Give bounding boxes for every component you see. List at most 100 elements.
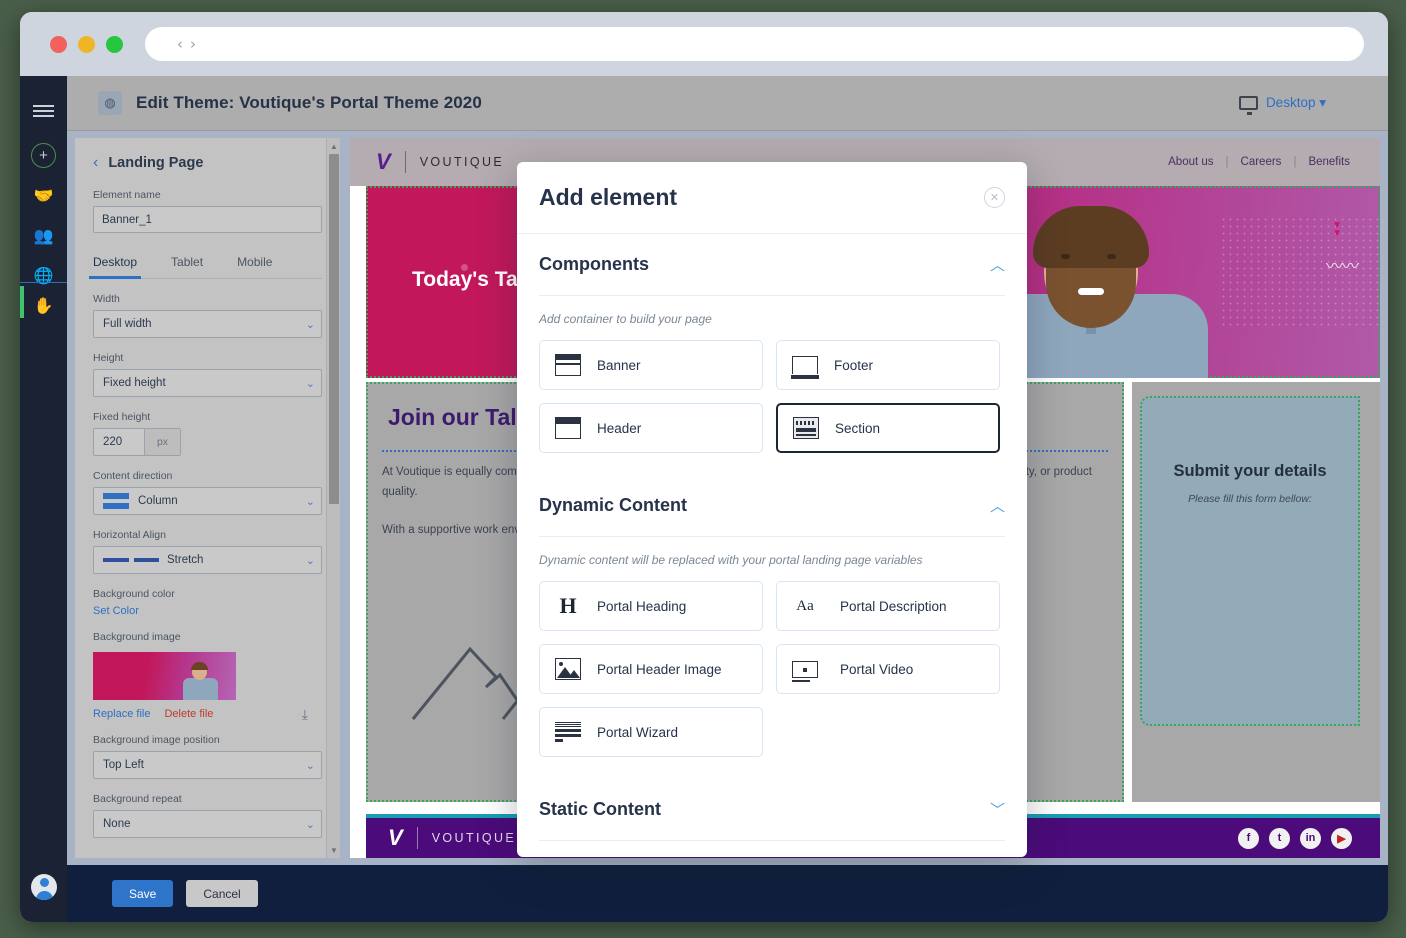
browser-titlebar: ‹ › [20, 12, 1388, 76]
properties-scrollbar[interactable]: ▲ ▼ [326, 138, 340, 858]
element-card-portal-description[interactable]: Aa Portal Description [776, 581, 1000, 631]
tab-tablet[interactable]: Tablet [171, 255, 203, 278]
element-card-portal-wizard[interactable]: Portal Wizard [539, 707, 763, 757]
element-card-label: Portal Video [840, 661, 914, 677]
tab-mobile[interactable]: Mobile [237, 255, 272, 278]
facebook-icon[interactable]: f [1238, 827, 1259, 849]
delete-file-link[interactable]: Delete file [164, 708, 213, 720]
element-card-banner[interactable]: Banner [539, 340, 763, 390]
chevron-down-icon[interactable]: ﹀ [990, 799, 1005, 820]
rail-item-hand[interactable]: ✋ [20, 286, 67, 328]
element-card-portal-video[interactable]: Portal Video [776, 644, 1000, 694]
chevron-down-icon: ⌄ [305, 318, 315, 331]
element-card-label: Banner [597, 357, 641, 373]
add-button[interactable]: + [20, 134, 67, 176]
scrollbar-thumb[interactable] [329, 154, 339, 504]
properties-panel: ‹ Landing Page Element name Banner_1 Des… [75, 138, 340, 858]
element-card-portal-heading[interactable]: H Portal Heading [539, 581, 763, 631]
scroll-down-icon[interactable]: ▼ [327, 843, 340, 857]
section-dynamic-description: Dynamic content will be replaced with yo… [539, 553, 923, 567]
section-static-header[interactable]: Static Content ﹀ [539, 779, 1005, 841]
scroll-up-icon[interactable]: ▲ [327, 139, 340, 153]
fixed-height-label: Fixed height [93, 411, 151, 423]
back-icon[interactable]: ‹ [177, 35, 183, 53]
address-bar[interactable]: ‹ › [145, 27, 1364, 61]
element-card-label: Portal Heading [597, 598, 687, 614]
twitter-icon[interactable]: t [1269, 827, 1290, 849]
fixed-height-input[interactable]: 220 [93, 428, 145, 456]
browser-window: ‹ › + 🤝 👥 🌐 ✋ ◍ Edit Theme: Voutique's P… [20, 12, 1388, 922]
replace-file-link[interactable]: Replace file [93, 708, 150, 720]
width-select[interactable]: Full width ⌄ [93, 310, 322, 338]
bg-image-position-value: Top Left [103, 759, 144, 771]
chevron-up-icon[interactable]: ︿ [990, 495, 1005, 516]
footer-logo: V VOUTIQUE [388, 827, 516, 849]
element-card-footer[interactable]: Footer [776, 340, 1000, 390]
element-card-header[interactable]: Header [539, 403, 763, 453]
section-components-description: Add container to build your page [539, 312, 712, 326]
element-card-section[interactable]: Section [776, 403, 1000, 453]
youtube-icon[interactable]: ▶ [1331, 827, 1352, 849]
breadcrumb-back[interactable]: ‹ Landing Page [93, 154, 322, 172]
chevron-up-icon[interactable]: ︿ [990, 254, 1005, 275]
minimize-window-button[interactable] [78, 35, 95, 53]
element-card-label: Section [835, 420, 881, 436]
content-direction-select[interactable]: Column ⌄ [93, 487, 322, 515]
section-static-title: Static Content [539, 799, 662, 819]
forward-icon[interactable]: › [190, 35, 196, 53]
avatar[interactable] [31, 874, 57, 900]
height-select[interactable]: Fixed height ⌄ [93, 369, 322, 397]
element-card-label: Portal Description [840, 598, 947, 614]
horizontal-align-value: Stretch [167, 554, 204, 566]
nav-link-benefits[interactable]: Benefits [1308, 156, 1350, 168]
bg-repeat-select[interactable]: None ⌄ [93, 810, 322, 838]
rail-item-handshake[interactable]: 🤝 [20, 176, 67, 218]
form-section-element[interactable]: Submit your details Please fill this for… [1132, 382, 1380, 802]
chevron-down-icon: ⌄ [305, 759, 315, 772]
brand-mark-icon: V [376, 149, 391, 174]
dialog-body: Components ︿ Add container to build your… [517, 234, 1027, 857]
width-value: Full width [103, 318, 152, 330]
horizontal-align-select[interactable]: Stretch ⌄ [93, 546, 322, 574]
element-card-portal-header-image[interactable]: Portal Header Image [539, 644, 763, 694]
tab-desktop[interactable]: Desktop [88, 255, 142, 279]
section-components-header[interactable]: Components ︿ [539, 234, 1005, 296]
save-button[interactable]: Save [112, 880, 174, 907]
nav-arrows: ‹ › [177, 35, 196, 53]
height-value: Fixed height [103, 377, 166, 389]
element-name-input[interactable]: Banner_1 [93, 206, 322, 233]
bg-image-position-label: Background image position [93, 734, 220, 746]
linkedin-icon[interactable]: in [1300, 827, 1321, 849]
brand-name: VOUTIQUE [431, 831, 517, 845]
maximize-window-button[interactable] [106, 35, 123, 53]
background-image-thumbnail[interactable] [93, 652, 236, 700]
section-components-title: Components [539, 254, 649, 274]
image-icon [555, 658, 581, 680]
view-mode-selector[interactable]: Desktop ▾ [1238, 95, 1326, 115]
breadcrumb-label: Landing Page [108, 155, 204, 171]
submit-form-card[interactable]: Submit your details Please fill this for… [1140, 396, 1360, 726]
bg-image-position-select[interactable]: Top Left ⌄ [93, 751, 322, 779]
download-icon[interactable]: ⤓ [302, 706, 308, 723]
nav-link-careers[interactable]: Careers [1241, 156, 1282, 168]
components-card-grid: Banner Footer Header Section [539, 340, 1005, 453]
column-layout-icon [103, 493, 129, 509]
nav-link-about-us[interactable]: About us [1168, 156, 1213, 168]
preview-site-nav: About us | Careers | Benefits [1168, 156, 1350, 168]
fixed-height-unit: px [145, 428, 181, 456]
hamburger-menu-button[interactable] [20, 90, 67, 132]
content-direction-value: Column [138, 495, 178, 507]
close-icon[interactable]: ✕ [984, 187, 1005, 208]
logo-divider [416, 827, 418, 849]
left-rail: + 🤝 👥 🌐 ✋ [20, 76, 67, 922]
thumbnail-person-icon [180, 662, 220, 700]
set-color-link[interactable]: Set Color [93, 605, 322, 617]
chevron-down-icon: ⌄ [305, 495, 315, 508]
rail-item-people[interactable]: 👥 [20, 216, 67, 258]
social-links: f t in ▶ [1238, 827, 1352, 849]
section-dynamic-header[interactable]: Dynamic Content ︿ [539, 475, 1005, 537]
cancel-button[interactable]: Cancel [186, 880, 258, 907]
form-title: Submit your details [1173, 462, 1327, 480]
section-dynamic-content: Dynamic Content ︿ Dynamic content will b… [517, 475, 1027, 757]
close-window-button[interactable] [50, 35, 67, 53]
